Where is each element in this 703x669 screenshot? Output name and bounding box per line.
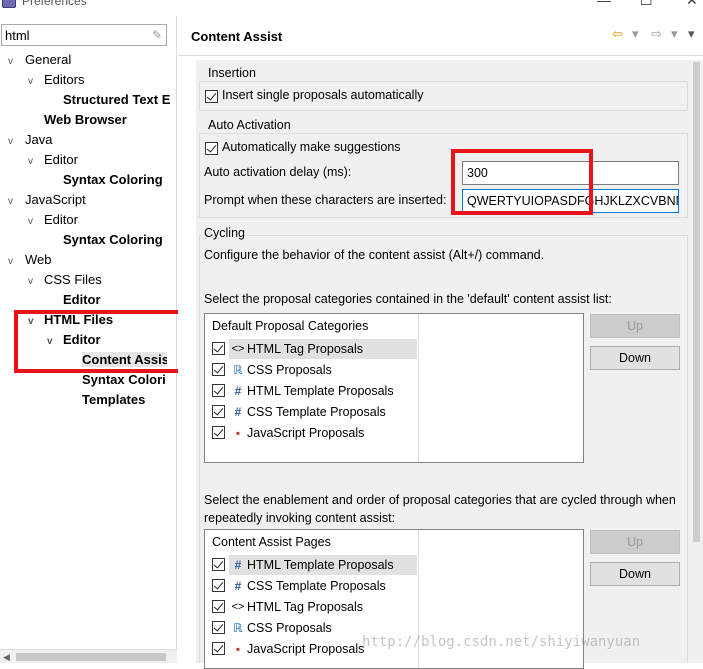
- item-checkbox[interactable]: [212, 621, 225, 634]
- default-categories-header: Default Proposal Categories: [212, 319, 369, 333]
- cycle-list-caption: Select the enablement and order of propo…: [204, 493, 676, 525]
- forward-arrow-icon[interactable]: ⇨: [651, 26, 662, 42]
- filter-field[interactable]: ✎: [1, 24, 167, 46]
- red-highlight-box: [451, 149, 593, 215]
- tree-item-general[interactable]: v General: [8, 50, 71, 70]
- auto-activation-group-label: Auto Activation: [205, 118, 294, 132]
- page-content: Insertion Insert single proposals automa…: [196, 60, 690, 669]
- tree-item-html-syntax-coloring[interactable]: Syntax Colori: [82, 370, 168, 390]
- expand-chevron-icon[interactable]: v: [28, 152, 40, 172]
- template-hash-icon: #: [234, 405, 242, 419]
- red-highlight-box: [14, 310, 183, 373]
- scrollbar-thumb[interactable]: [16, 653, 166, 661]
- page-header: Content Assist ⇦ ▾ ⇨ ▾ ▾: [178, 16, 703, 56]
- auto-suggest-checkbox[interactable]: [205, 142, 218, 155]
- expand-chevron-icon[interactable]: v: [28, 272, 40, 292]
- item-checkbox[interactable]: [212, 642, 225, 655]
- tree-item-javascript[interactable]: v JavaScript: [8, 190, 86, 210]
- expand-chevron-icon[interactable]: v: [8, 192, 20, 212]
- insert-single-label: Insert single proposals automatically: [222, 88, 424, 102]
- pages-down-button[interactable]: Down: [590, 562, 680, 586]
- item-checkbox[interactable]: [212, 363, 225, 376]
- default-down-button[interactable]: Down: [590, 346, 680, 370]
- prompt-chars-label: Prompt when these characters are inserte…: [204, 193, 447, 207]
- auto-suggest-label: Automatically make suggestions: [222, 140, 401, 154]
- tree-item-web[interactable]: v Web: [8, 250, 52, 270]
- clear-filter-icon[interactable]: ✎: [152, 28, 162, 42]
- javascript-proposal-icon: ▪: [235, 642, 241, 656]
- tree-item-css-editor[interactable]: Editor: [63, 290, 101, 310]
- insertion-group-label: Insertion: [205, 66, 259, 80]
- item-checkbox[interactable]: [212, 384, 225, 397]
- tree-item-javascript-syntax-coloring[interactable]: Syntax Coloring: [63, 230, 163, 250]
- expand-chevron-icon[interactable]: v: [8, 52, 20, 72]
- tree-item-java-editor[interactable]: v Editor: [28, 150, 78, 170]
- forward-menu-chevron-icon[interactable]: ▾: [671, 26, 678, 42]
- column-divider: [418, 314, 419, 462]
- template-hash-icon: #: [234, 579, 242, 593]
- tree-item-css-files[interactable]: v CSS Files: [28, 270, 102, 290]
- scrollbar-thumb[interactable]: [693, 62, 700, 542]
- back-menu-chevron-icon[interactable]: ▾: [632, 26, 639, 42]
- expand-chevron-icon[interactable]: v: [28, 212, 40, 232]
- maximize-button[interactable]: ☐: [640, 0, 653, 9]
- close-button[interactable]: ✕: [686, 0, 698, 9]
- expand-chevron-icon[interactable]: v: [8, 252, 20, 272]
- default-up-button[interactable]: Up: [590, 314, 680, 338]
- scroll-left-icon[interactable]: ◀: [3, 650, 10, 664]
- tree-item-javascript-editor[interactable]: v Editor: [28, 210, 78, 230]
- tree-item-editors[interactable]: v Editors: [28, 70, 84, 90]
- preference-page: Content Assist ⇦ ▾ ⇨ ▾ ▾ Insertion Inser…: [178, 16, 703, 669]
- eclipse-app-icon: [2, 0, 16, 8]
- expand-chevron-icon[interactable]: v: [28, 72, 40, 92]
- tree-item-web-browser[interactable]: Web Browser: [44, 110, 127, 130]
- item-checkbox[interactable]: [212, 342, 225, 355]
- tree-item-java[interactable]: v Java: [8, 130, 52, 150]
- item-checkbox[interactable]: [212, 558, 225, 571]
- html-tag-icon: <>: [231, 343, 245, 355]
- tree-item-templates[interactable]: Templates: [82, 390, 145, 410]
- window-title: Preferences: [22, 0, 87, 8]
- window-title-bar: Preferences — ☐ ✕: [0, 0, 703, 16]
- back-arrow-icon[interactable]: ⇦: [612, 26, 623, 42]
- html-tag-icon: <>: [231, 601, 245, 613]
- item-checkbox[interactable]: [212, 579, 225, 592]
- item-checkbox[interactable]: [212, 426, 225, 439]
- item-checkbox[interactable]: [212, 405, 225, 418]
- watermark: http://blog.csdn.net/shiyiwanyuan: [362, 634, 641, 650]
- css-proposal-icon: ℝ: [233, 621, 243, 635]
- css-proposal-icon: ℝ: [233, 363, 243, 377]
- javascript-proposal-icon: ▪: [235, 426, 241, 440]
- cycling-group-label: Cycling: [202, 226, 247, 240]
- page-title: Content Assist: [191, 29, 283, 44]
- template-hash-icon: #: [234, 384, 242, 398]
- expand-chevron-icon[interactable]: v: [8, 132, 20, 152]
- filter-input[interactable]: [2, 25, 142, 45]
- page-vertical-scrollbar[interactable]: [690, 60, 703, 663]
- delay-label: Auto activation delay (ms):: [204, 165, 352, 179]
- cycling-description: Configure the behavior of the content as…: [204, 248, 545, 262]
- tree-item-java-syntax-coloring[interactable]: Syntax Coloring: [63, 170, 163, 190]
- view-menu-icon[interactable]: ▾: [688, 26, 695, 42]
- tree-item-structured-text-editors[interactable]: Structured Text E: [63, 90, 177, 110]
- content-assist-pages-header: Content Assist Pages: [212, 535, 331, 549]
- template-hash-icon: #: [234, 558, 242, 572]
- default-list-caption: Select the proposal categories contained…: [204, 292, 612, 306]
- item-checkbox[interactable]: [212, 600, 225, 613]
- tree-horizontal-scrollbar[interactable]: ◀: [0, 649, 177, 663]
- default-categories-list[interactable]: Default Proposal Categories <> HTML Tag …: [204, 313, 584, 463]
- pages-up-button[interactable]: Up: [590, 530, 680, 554]
- minimize-button[interactable]: —: [597, 0, 611, 8]
- insert-single-checkbox[interactable]: [205, 90, 218, 103]
